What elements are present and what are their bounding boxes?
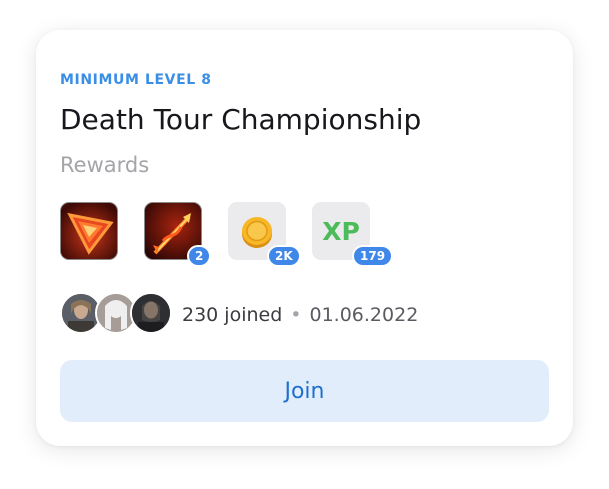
red-triangle-gem-icon[interactable] xyxy=(60,202,118,260)
reward-count-badge: 2 xyxy=(187,245,212,267)
tournament-date: 01.06.2022 xyxy=(309,304,419,326)
rewards-heading: Rewards xyxy=(60,153,150,177)
joined-count: 230 joined xyxy=(182,304,283,326)
minimum-level-label: MINIMUM LEVEL 8 xyxy=(60,72,212,88)
participation-info: 230 joined • 01.06.2022 xyxy=(182,302,418,328)
tournament-card: MINIMUM LEVEL 8 Death Tour Championship … xyxy=(36,30,573,446)
separator-dot: • xyxy=(290,304,302,326)
red-triangle-gem-graphic xyxy=(61,203,117,259)
reward-count-badge: 179 xyxy=(352,245,394,267)
tournament-title: Death Tour Championship xyxy=(60,103,422,136)
join-button[interactable]: Join xyxy=(60,360,549,422)
avatar-portrait xyxy=(132,294,170,332)
reward-count-badge: 2K xyxy=(267,245,301,267)
participant-avatars[interactable] xyxy=(60,292,172,334)
avatar xyxy=(130,292,172,334)
